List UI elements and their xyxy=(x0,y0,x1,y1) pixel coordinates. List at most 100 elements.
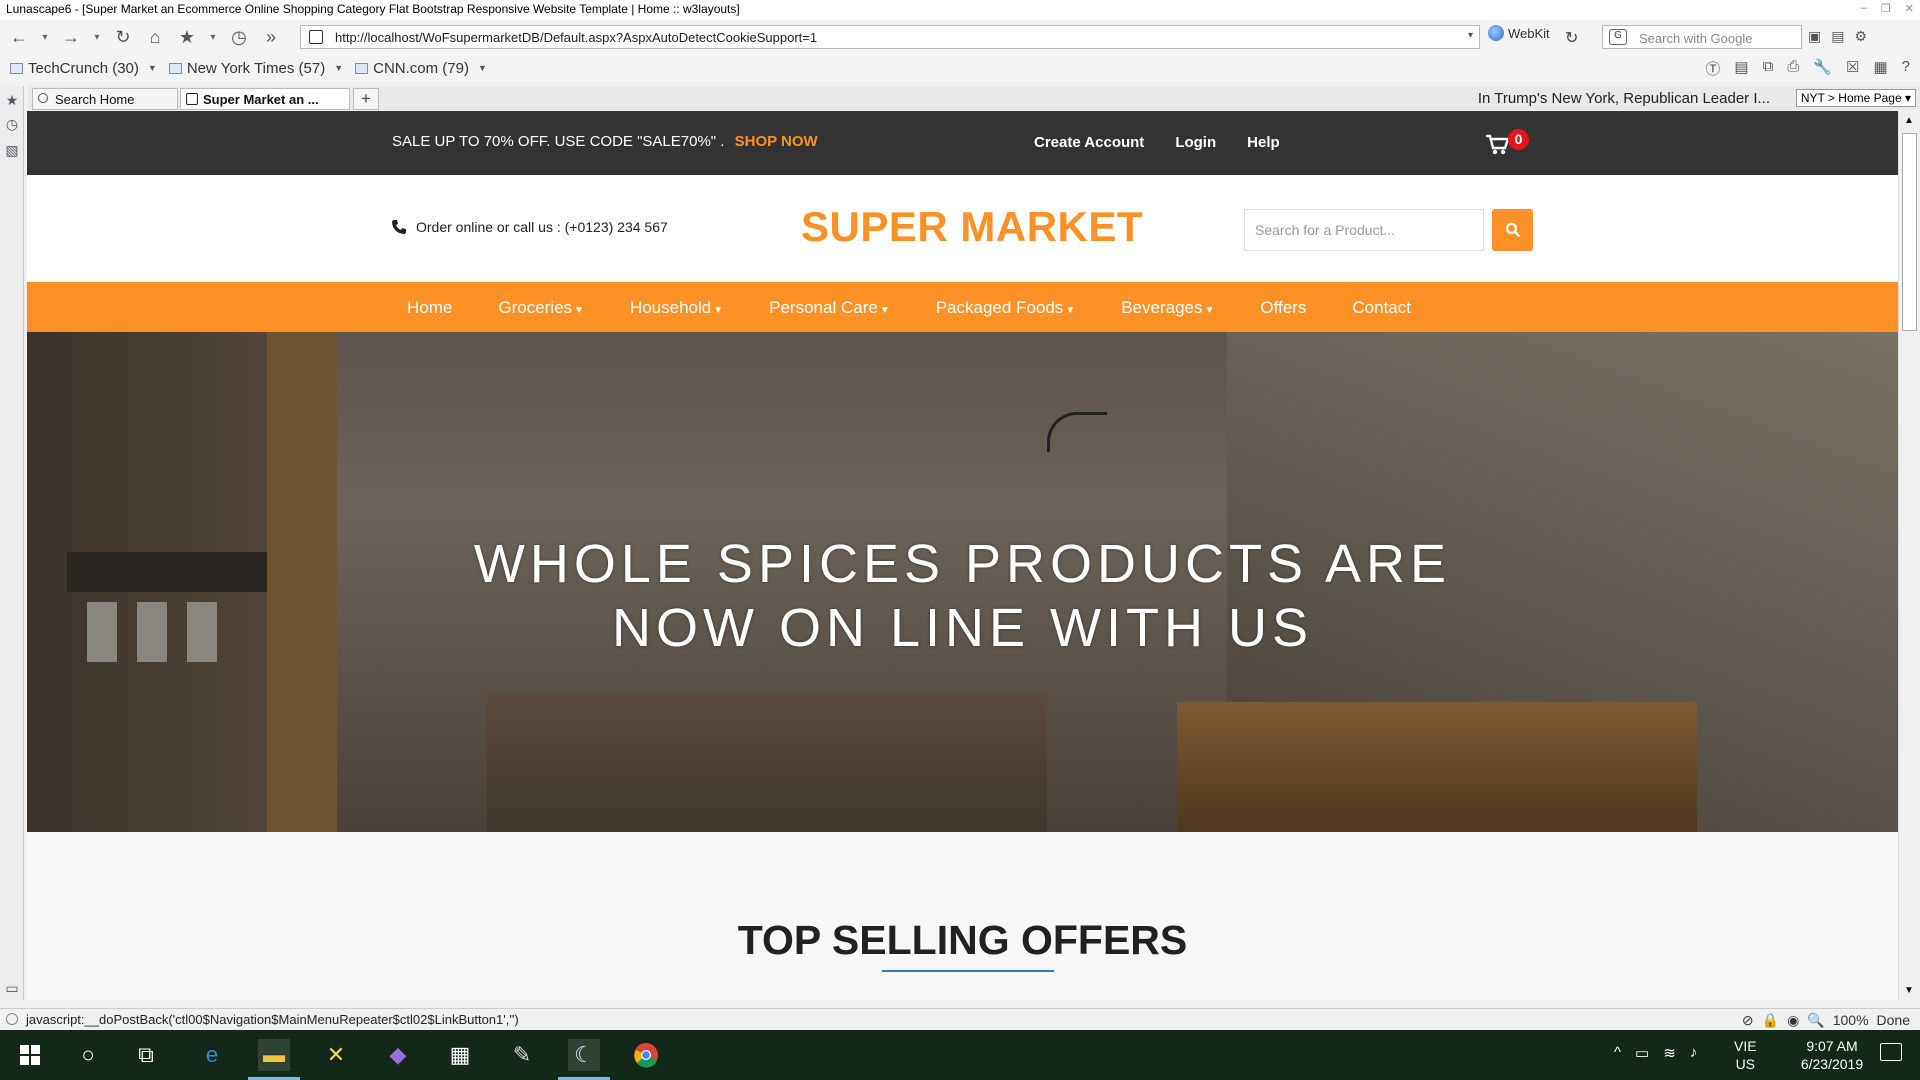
edge-icon[interactable]: e xyxy=(196,1039,228,1071)
language-indicator[interactable]: VIE US xyxy=(1734,1037,1757,1073)
security-icon[interactable]: ⊘ xyxy=(1742,1012,1754,1029)
bookmark-techcrunch[interactable]: TechCrunch (30) ▼ xyxy=(10,60,157,77)
nav-home[interactable]: Home xyxy=(407,298,452,318)
tab-label: Super Market an ... xyxy=(203,91,319,107)
create-account-link[interactable]: Create Account xyxy=(1034,134,1144,151)
window-controls: – ❐ ✕ xyxy=(1861,2,1914,15)
engine-switch[interactable]: WebKit xyxy=(1488,25,1550,41)
cart-button[interactable]: 0 xyxy=(1484,129,1529,161)
extension-icon[interactable]: ▣ xyxy=(1808,28,1821,45)
hero-banner[interactable]: WHOLE SPICES PRODUCTS ARE NOW ON LINE WI… xyxy=(27,332,1898,832)
dashboard-app-icon[interactable]: ▦ xyxy=(444,1039,476,1071)
scroll-thumb[interactable] xyxy=(1902,133,1917,331)
nav-label: Personal Care xyxy=(769,298,878,317)
address-bar[interactable]: http://localhost/WoFsupermarketDB/Defaul… xyxy=(300,25,1480,49)
google-search-input[interactable]: G Search with Google xyxy=(1602,25,1802,49)
zoom-icon[interactable]: 🔍 xyxy=(1807,1012,1824,1029)
nav-label: Beverages xyxy=(1121,298,1203,317)
nav-beverages[interactable]: Beverages ▼ xyxy=(1121,298,1214,318)
bookmark-cnn[interactable]: CNN.com (79) ▼ xyxy=(355,60,487,77)
print-icon[interactable]: ⎙ xyxy=(1787,58,1799,79)
restore-icon[interactable]: ❐ xyxy=(1881,2,1891,15)
help-link[interactable]: Help xyxy=(1247,134,1280,151)
search-engine-icon[interactable]: G xyxy=(1609,29,1627,45)
feed-icon[interactable]: ▧ xyxy=(4,142,20,158)
more-chevron-icon[interactable]: » xyxy=(258,24,284,50)
nav-household[interactable]: Household ▼ xyxy=(630,298,723,318)
bookmark-nytimes[interactable]: New York Times (57) ▼ xyxy=(168,60,343,77)
back-dropdown-icon[interactable]: ▾ xyxy=(38,24,52,50)
phone-icon xyxy=(392,220,406,234)
nav-offers[interactable]: Offers xyxy=(1260,298,1306,318)
history-clock-icon[interactable]: ◷ xyxy=(4,116,20,132)
wifi-icon[interactable]: ≋ xyxy=(1663,1044,1676,1062)
chevron-down-icon[interactable]: ▼ xyxy=(478,63,487,73)
notification-icon[interactable] xyxy=(1880,1043,1902,1061)
nav-packaged-foods[interactable]: Packaged Foods ▼ xyxy=(936,298,1076,318)
close-icon[interactable]: ✕ xyxy=(1905,2,1914,15)
nav-personal-care[interactable]: Personal Care ▼ xyxy=(769,298,890,318)
paint-app-icon[interactable]: ✎ xyxy=(506,1039,538,1071)
windows-start-icon[interactable] xyxy=(14,1039,46,1071)
clock-date: 6/23/2019 xyxy=(1800,1056,1864,1072)
nav-label: Packaged Foods xyxy=(935,298,1064,317)
taskbar-clock[interactable]: 9:07 AM 6/23/2019 xyxy=(1792,1037,1872,1073)
shop-now-link[interactable]: SHOP NOW xyxy=(735,133,818,150)
contact-info: Order online or call us : (+0123) 234 56… xyxy=(391,219,668,235)
address-url[interactable]: http://localhost/WoFsupermarketDB/Defaul… xyxy=(335,30,817,45)
chevron-down-icon[interactable]: ▼ xyxy=(148,63,157,73)
search-button[interactable] xyxy=(1492,209,1533,251)
tools-icon[interactable]: ⚙ xyxy=(1854,28,1867,45)
tab-super-market[interactable]: Super Market an ... xyxy=(180,88,350,110)
forward-icon[interactable]: → xyxy=(58,24,84,50)
favorites-star-icon[interactable]: ★ xyxy=(174,24,200,50)
minimize-icon[interactable]: – xyxy=(1861,2,1867,15)
cortana-icon[interactable]: ○ xyxy=(72,1039,104,1071)
favorites-star-icon[interactable]: ★ xyxy=(4,92,20,108)
engine-refresh-icon[interactable]: ↻ xyxy=(1565,28,1578,48)
volume-icon[interactable]: ♪ xyxy=(1690,1044,1698,1062)
chevron-up-icon[interactable]: ^ xyxy=(1614,1044,1621,1062)
layout-icon[interactable]: ▦ xyxy=(1873,58,1887,79)
forward-dropdown-icon[interactable]: ▾ xyxy=(90,24,104,50)
chevron-down-icon[interactable]: ▼ xyxy=(334,63,343,73)
close-tab-icon[interactable]: ☒ xyxy=(1846,58,1859,79)
home-icon[interactable]: ⌂ xyxy=(142,24,168,50)
history-clock-icon[interactable]: ◷ xyxy=(226,24,252,50)
address-dropdown-icon[interactable]: ▾ xyxy=(1468,30,1473,41)
reload-icon[interactable]: ↻ xyxy=(110,24,136,50)
news-ticker[interactable]: In Trump's New York, Republican Leader I… xyxy=(1478,90,1770,107)
site-logo[interactable]: SUPER MARKET xyxy=(801,203,1143,251)
page-menu-icon[interactable]: ▤ xyxy=(1734,58,1748,79)
login-link[interactable]: Login xyxy=(1175,134,1216,151)
file-explorer-icon[interactable]: ▬ xyxy=(248,1039,300,1080)
favorites-dropdown-icon[interactable]: ▾ xyxy=(206,24,220,50)
chrome-icon[interactable] xyxy=(630,1039,662,1071)
visual-studio-icon[interactable]: ◆ xyxy=(382,1039,414,1071)
battery-icon[interactable]: ▭ xyxy=(1635,1044,1649,1062)
sidebar-toggle-icon[interactable]: ▭ xyxy=(4,980,20,996)
tools-app-icon[interactable]: ✕ xyxy=(320,1039,352,1071)
feed-select[interactable]: NYT > Home Page ▾ xyxy=(1795,89,1916,107)
tab-search-home[interactable]: Search Home xyxy=(32,88,178,110)
lunascape-icon[interactable]: ☾ xyxy=(558,1039,610,1080)
scroll-up-icon[interactable]: ▲ xyxy=(1904,115,1914,126)
wrench-icon[interactable]: 🔧 xyxy=(1813,58,1832,79)
lock-icon[interactable]: 🔒 xyxy=(1762,1012,1779,1029)
status-globe-icon xyxy=(6,1013,18,1025)
zoom-level[interactable]: 100% xyxy=(1833,1012,1869,1029)
product-search-input[interactable]: Search for a Product... xyxy=(1244,209,1484,251)
translate-icon[interactable]: Ⓣ xyxy=(1705,58,1720,79)
task-view-icon[interactable]: ⧉ xyxy=(130,1039,162,1071)
page-scrollbar[interactable]: ▲ ▼ xyxy=(1898,111,1920,1000)
eye-icon[interactable]: ◉ xyxy=(1787,1012,1799,1029)
window-menu-icon[interactable]: ⧉ xyxy=(1763,58,1774,79)
clock-time: 9:07 AM xyxy=(1806,1038,1858,1054)
nav-groceries[interactable]: Groceries ▼ xyxy=(498,298,584,318)
help-icon[interactable]: ? xyxy=(1902,58,1910,79)
new-tab-button[interactable]: + xyxy=(353,88,379,110)
back-icon[interactable]: ← xyxy=(6,24,32,50)
feed-icon[interactable]: ▤ xyxy=(1831,28,1844,45)
nav-contact[interactable]: Contact xyxy=(1352,298,1411,318)
scroll-down-icon[interactable]: ▼ xyxy=(1904,985,1914,996)
